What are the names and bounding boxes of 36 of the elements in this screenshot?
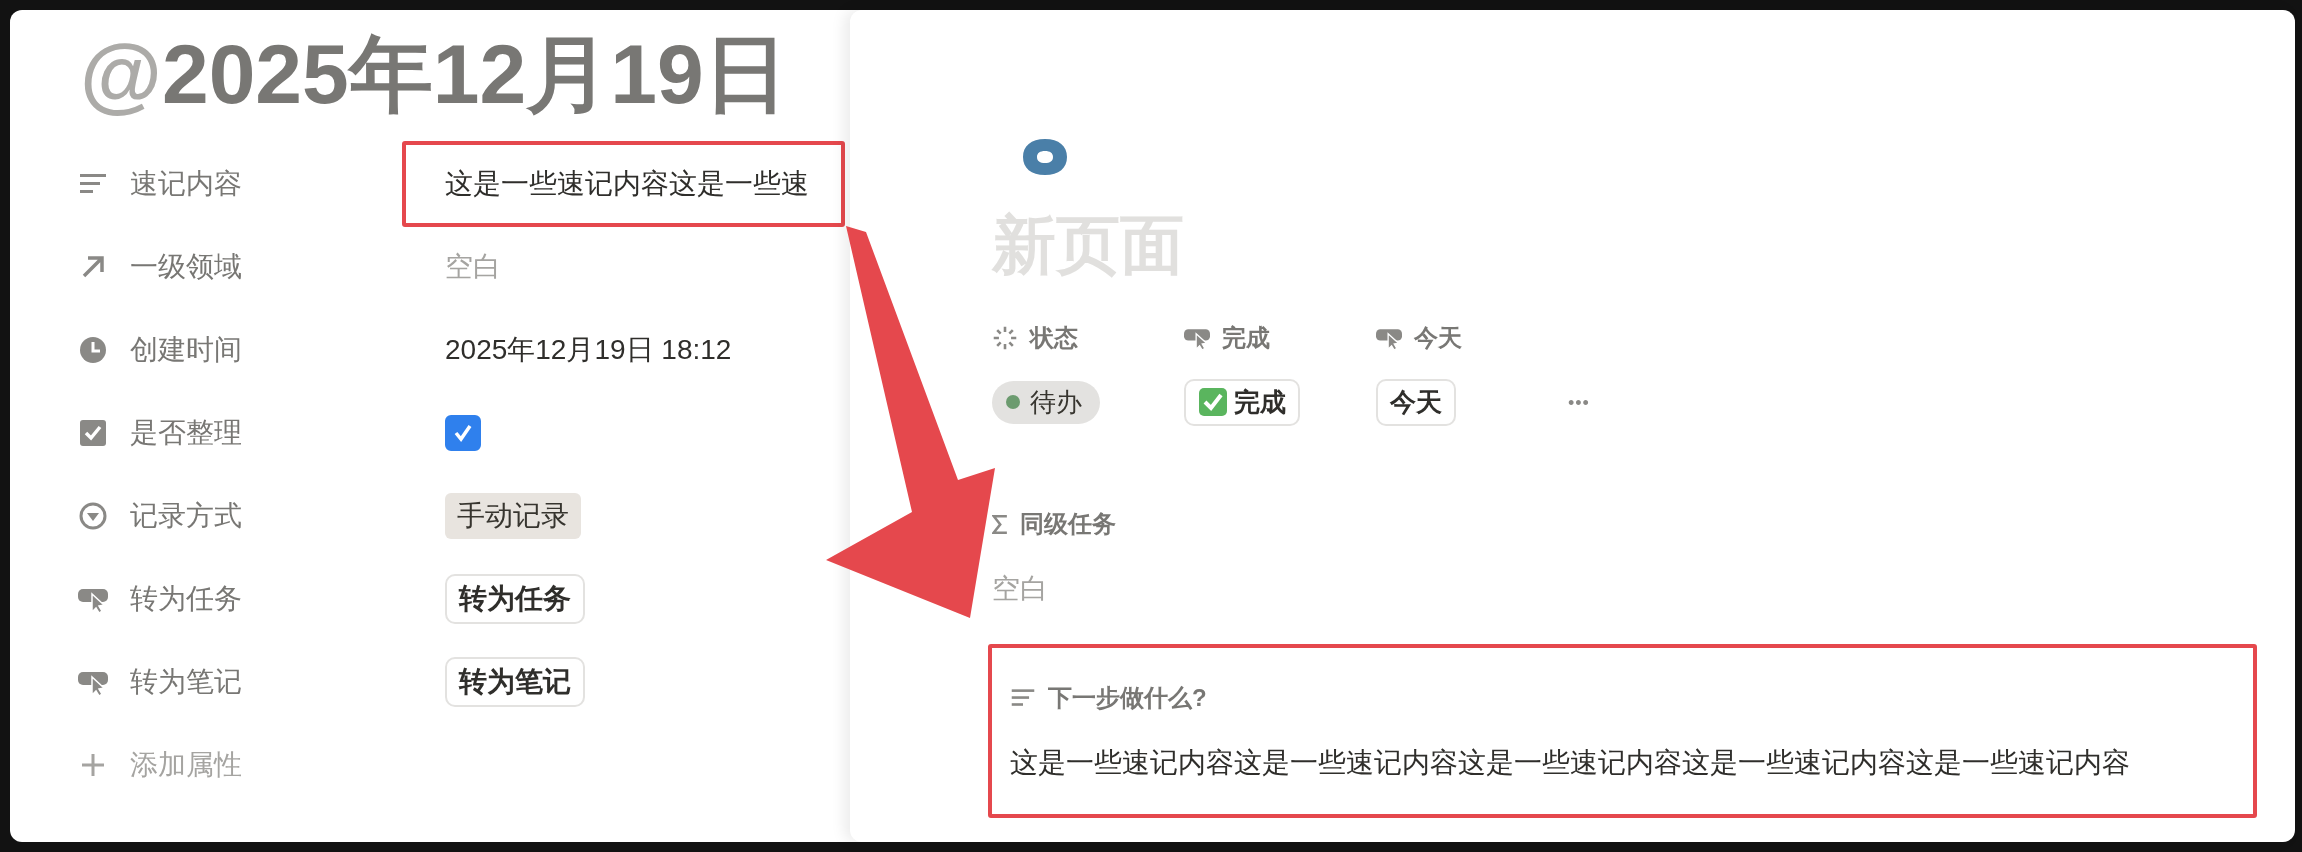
property-value: 2025年12月19日 18:12 [445,332,732,367]
property-label[interactable]: 转为任务 [130,579,242,618]
property-label[interactable]: 记录方式 [130,496,242,535]
more-button[interactable]: ••• [1568,393,1590,415]
dropdown-circle-icon [78,500,108,531]
status-pill[interactable]: 待办 [992,380,1100,424]
property-label[interactable]: 是否整理 [130,413,242,452]
select-tag[interactable]: 手动记录 [445,492,581,539]
property-label[interactable]: 一级领域 [130,247,242,286]
checkbox-icon [78,417,108,448]
action-button[interactable]: 完成 [1184,378,1300,426]
mention-symbol: @ [80,27,162,121]
loading-icon [992,325,1018,352]
property-label[interactable]: 速记内容 [130,164,242,203]
ring-icon [1022,138,1068,176]
property-label[interactable]: 转为笔记 [130,662,242,701]
action-button[interactable]: 今天 [1376,378,1456,426]
property-label[interactable]: 同级任务 [1020,508,1117,541]
property-label[interactable]: 今天 [1414,322,1462,355]
property-label[interactable]: 完成 [1222,322,1270,355]
property-value: 空白 [992,572,1049,607]
property-value: 空白 [445,249,501,284]
status-dot [1006,395,1020,410]
property-label[interactable]: 状态 [1030,322,1078,355]
action-button[interactable]: 转为任务 [445,573,585,624]
action-button[interactable]: 转为笔记 [445,656,585,707]
add-property-button[interactable]: 添加属性 [130,745,242,784]
check-mark-icon [1198,387,1228,418]
property-label[interactable]: 下一步做什么? [1048,682,1207,715]
clock-icon [78,334,108,365]
property-label[interactable]: 创建时间 [130,330,242,369]
page-title: 2025年12月19日 [161,27,788,121]
checkbox[interactable] [445,414,481,451]
sigma-icon [992,514,1009,535]
property-value: 这是一些速记内容这是一些速记内容这是一些速记内容这是一些速记内容这是一些速记内容 [1010,746,2131,781]
property-value: 这是一些速记内容这是一些速 [445,166,809,201]
